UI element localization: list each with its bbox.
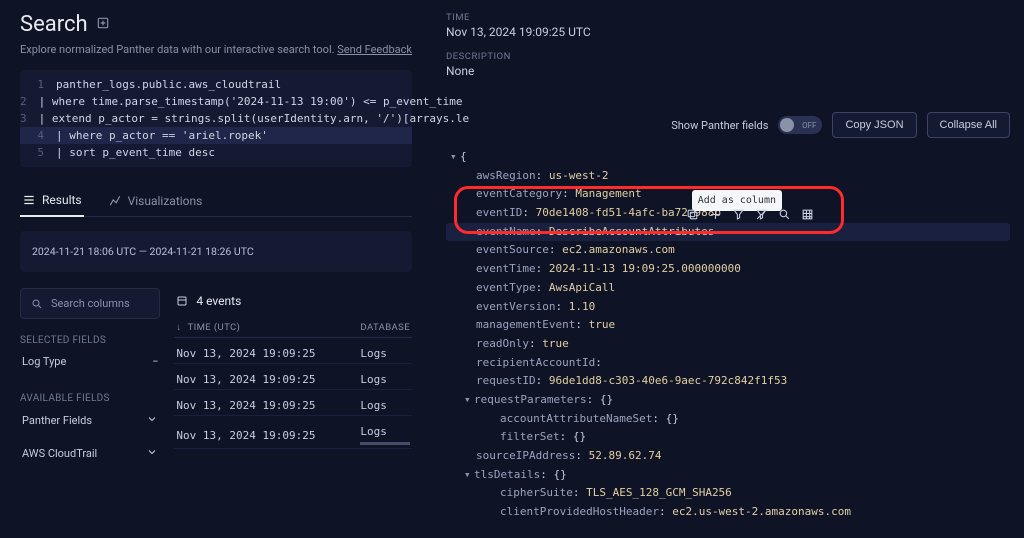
sort-icon[interactable]: ↓ [176, 322, 181, 333]
copy-icon[interactable] [686, 208, 699, 228]
description-value: None [446, 64, 1010, 78]
panther-fields-toggle-label: Show Panther fields [671, 119, 768, 132]
subtitle: Explore normalized Panther data with our… [20, 43, 412, 56]
table-row[interactable]: Nov 13, 2024 19:09:25Logs [174, 416, 412, 449]
selected-fields-heading: SELECTED FIELDS [20, 335, 160, 346]
filter-in-icon[interactable] [732, 208, 745, 228]
tab-results[interactable]: Results [20, 185, 84, 217]
filter-out-icon[interactable] [755, 208, 768, 228]
table-row[interactable]: Nov 13, 2024 19:09:25Logs [174, 390, 412, 416]
send-feedback-link[interactable]: Send Feedback [337, 43, 412, 56]
search-value-icon[interactable] [778, 208, 791, 228]
query-editor[interactable]: 1panther_logs.public.aws_cloudtrail 2| w… [20, 70, 412, 167]
panther-fields-toggle[interactable]: OFF [778, 116, 822, 134]
table-icon[interactable] [801, 208, 814, 228]
minus-icon[interactable]: − [152, 355, 158, 368]
col-database-header[interactable]: DATABASE [360, 322, 410, 333]
description-label: DESCRIPTION [446, 51, 1010, 62]
json-viewer: ▾{ awsRegion: us-west-2 eventCategory: M… [446, 148, 1010, 522]
table-row[interactable]: Nov 13, 2024 19:09:25Logs [174, 364, 412, 390]
time-label: TIME [446, 12, 1010, 23]
copy-json-button[interactable]: Copy JSON [832, 112, 916, 138]
col-time-header[interactable]: ↓ TIME (UTC) [176, 322, 346, 333]
field-panther-fields[interactable]: Panther Fields [20, 404, 160, 437]
page-title: Search [20, 12, 88, 37]
tab-visualizations[interactable]: Visualizations [106, 185, 205, 216]
collapse-all-button[interactable]: Collapse All [927, 112, 1010, 138]
search-columns-input[interactable]: Search columns [20, 288, 160, 319]
chevron-down-icon [146, 446, 158, 461]
field-log-type[interactable]: Log Type − [20, 346, 160, 377]
events-count: 4 events [174, 288, 412, 318]
add-column-icon[interactable] [709, 208, 722, 228]
time-range[interactable]: 2024-11-21 18:06 UTC — 2024-11-21 18:26 … [20, 231, 412, 272]
time-value: Nov 13, 2024 19:09:25 UTC [446, 25, 1010, 39]
field-aws-cloudtrail[interactable]: AWS CloudTrail [20, 437, 160, 470]
chevron-down-icon [146, 413, 158, 428]
feedback-icon[interactable] [96, 16, 110, 33]
available-fields-heading: AVAILABLE FIELDS [20, 393, 160, 404]
table-row[interactable]: Nov 13, 2024 19:09:25Logs [174, 338, 412, 364]
